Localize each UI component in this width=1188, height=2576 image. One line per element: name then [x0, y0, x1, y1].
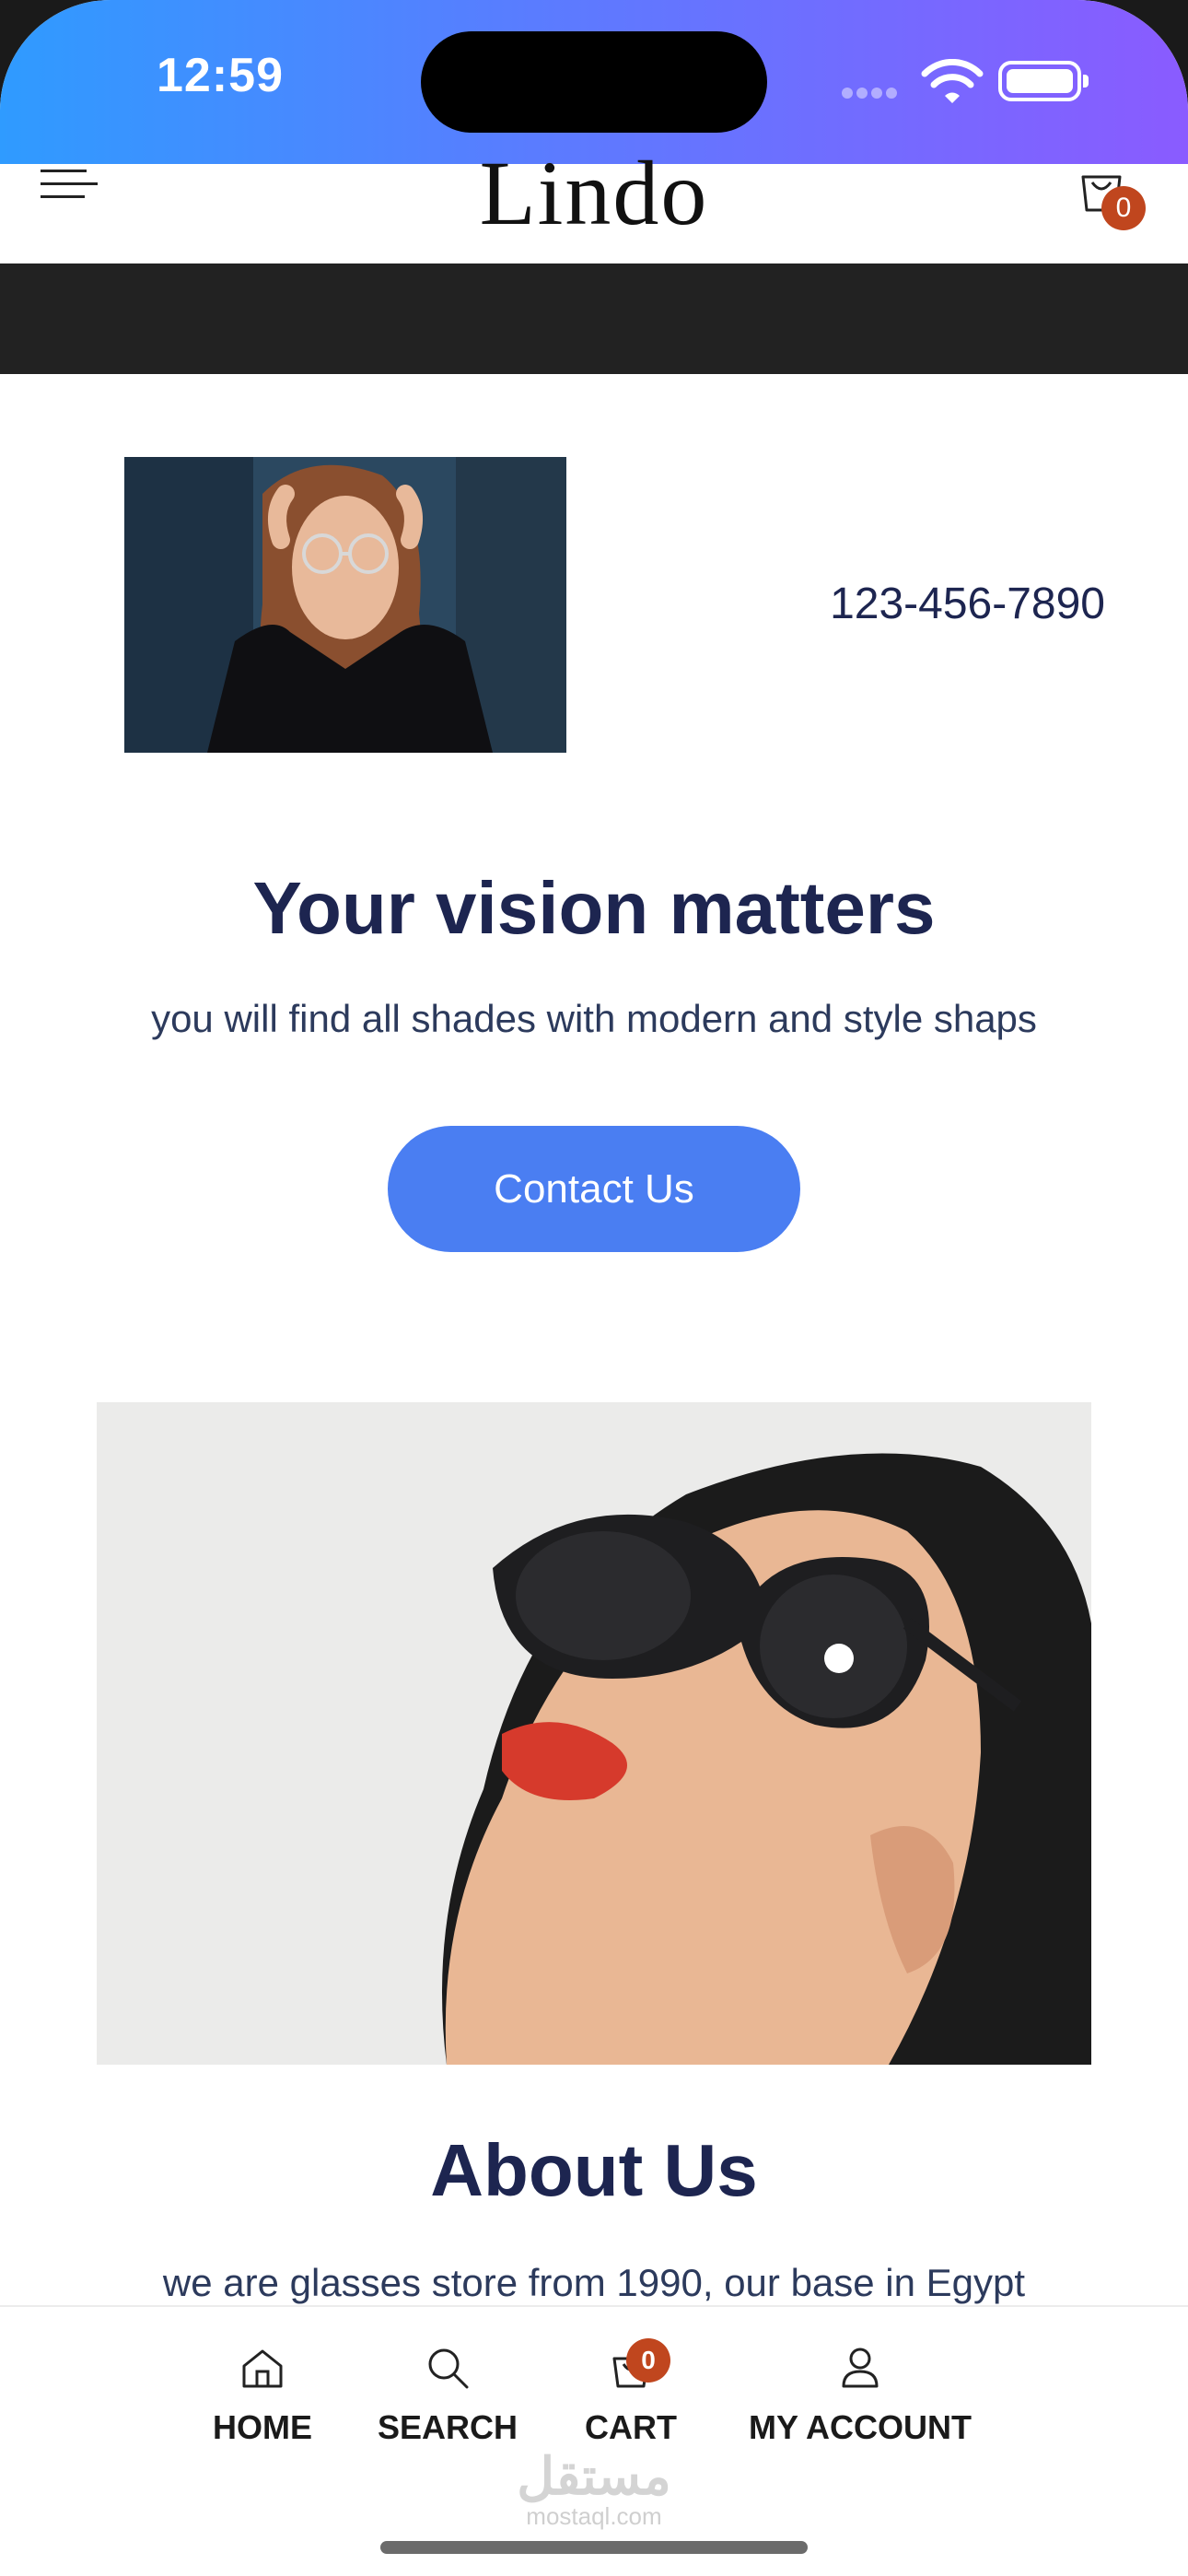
about-text: we are glasses store from 1990, our base… [162, 2261, 1026, 2304]
user-icon [842, 2348, 879, 2388]
announcement-bar [0, 263, 1188, 374]
nav-home-label: HOME [213, 2408, 312, 2446]
home-icon [242, 2349, 283, 2388]
phone-number[interactable]: 123-456-7890 [718, 579, 1105, 629]
device-frame: 12:59 Lindo 0 123-456-7890 Your vision m… [0, 0, 1188, 2576]
watermark-latin: mostaql.com [526, 2502, 662, 2530]
nav-cart[interactable]: 0 CART [580, 2338, 681, 2447]
nav-my-account[interactable]: MY ACCOUNT [740, 2344, 980, 2447]
search-icon [428, 2348, 469, 2389]
nav-account-label: MY ACCOUNT [749, 2408, 972, 2446]
bottom-navigation: HOME SEARCH 0 CART MY ACCOUNT [0, 2305, 1188, 2576]
screen: 12:59 Lindo 0 123-456-7890 Your vision m… [0, 0, 1188, 2576]
hero-subline: you will find all shades with modern and… [151, 997, 1037, 1040]
nav-search-label: SEARCH [377, 2408, 518, 2446]
contact-us-button[interactable]: Contact Us [388, 1126, 800, 1252]
wifi-icon [921, 59, 984, 103]
hero-headline: Your vision matters [252, 867, 936, 949]
home-indicator[interactable] [380, 2541, 808, 2554]
site-header: Lindo 0 [0, 142, 1188, 263]
dynamic-island [421, 31, 767, 133]
sunglasses-portrait-image [97, 1402, 1091, 2065]
nav-home[interactable]: HOME [206, 2344, 319, 2447]
status-time: 12:59 [157, 49, 284, 102]
hero-image [124, 457, 566, 753]
watermark-logo: مستقل mostaql.com [0, 2451, 1188, 2531]
cellular-signal-icon [842, 87, 906, 100]
cart-count-badge: 0 [1101, 186, 1146, 230]
nav-search[interactable]: SEARCH [374, 2344, 521, 2447]
nav-cart-label: CART [585, 2408, 677, 2446]
watermark-arabic: مستقل [517, 2447, 671, 2505]
about-title: About Us [430, 2129, 758, 2211]
battery-icon [998, 61, 1089, 101]
brand-logo[interactable]: Lindo [0, 140, 1188, 246]
cart-badge: 0 [626, 2338, 670, 2383]
